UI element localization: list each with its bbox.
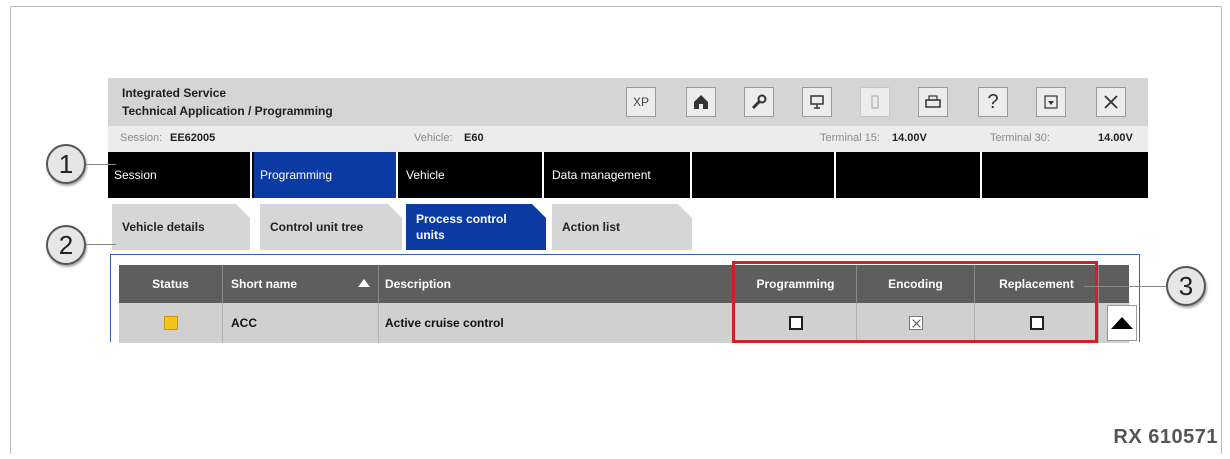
header-status[interactable]: Status [119, 265, 223, 303]
tab-action-list[interactable]: Action list [552, 204, 692, 250]
nav-data-management[interactable]: Data management [546, 152, 692, 198]
callout-1-leader [86, 164, 116, 165]
vehicle-value: E60 [464, 132, 484, 144]
nav-empty-2 [838, 152, 982, 198]
xp-button[interactable]: XP [626, 87, 656, 117]
status-cell [119, 303, 223, 343]
app-subtitle: Technical Application / Programming [122, 104, 333, 118]
vehicle-label: Vehicle: [414, 132, 453, 144]
short-name-cell: ACC [223, 303, 379, 343]
nav-session[interactable]: Session [108, 152, 252, 198]
callout-3: 3 [1166, 266, 1206, 306]
nav-empty-3 [984, 152, 1128, 198]
terminal30-label: Terminal 30: [990, 132, 1050, 144]
session-value: EE62005 [170, 132, 216, 144]
nav-empty-1 [692, 152, 836, 198]
tab-vehicle-details[interactable]: Vehicle details [112, 204, 250, 250]
title-bar: Integrated Service Technical Application… [108, 78, 1148, 126]
figure-reference: RX 610571 [1113, 426, 1218, 448]
callout-1: 1 [46, 144, 86, 184]
sub-nav: Vehicle details Control unit tree Proces… [108, 200, 1148, 252]
header-description[interactable]: Description [379, 265, 735, 303]
highlight-box [732, 261, 1098, 343]
nav-vehicle[interactable]: Vehicle [400, 152, 544, 198]
terminal15-value: 14.00V [892, 132, 927, 144]
main-nav: Session Programming Vehicle Data managem… [108, 152, 1148, 198]
session-label: Session: [120, 132, 163, 144]
minimize-icon[interactable] [1036, 87, 1066, 117]
description-cell: Active cruise control [379, 303, 735, 343]
tab-process-control-units[interactable]: Process control units [406, 204, 546, 250]
help-icon[interactable]: ? [978, 87, 1008, 117]
home-icon[interactable] [686, 87, 716, 117]
tab-control-unit-tree[interactable]: Control unit tree [260, 204, 402, 250]
close-icon[interactable] [1096, 87, 1126, 117]
status-indicator-icon [163, 316, 178, 330]
battery-icon [860, 87, 890, 117]
diagnosis-icon[interactable] [802, 87, 832, 117]
terminal15-label: Terminal 15: [820, 132, 880, 144]
callout-2: 2 [46, 225, 86, 265]
arrow-up-icon [1111, 317, 1133, 329]
sort-ascending-icon[interactable] [358, 279, 370, 287]
nav-programming[interactable]: Programming [254, 152, 398, 198]
terminal30-value: 14.00V [1098, 132, 1133, 144]
header-short-name[interactable]: Short name [223, 265, 379, 303]
app-title: Integrated Service [122, 86, 227, 100]
scroll-up-button[interactable] [1107, 305, 1137, 341]
print-icon[interactable] [918, 87, 948, 117]
callout-2-leader [86, 244, 116, 245]
callout-3-leader [1084, 286, 1166, 287]
wrench-icon[interactable] [744, 87, 774, 117]
session-bar: Session: EE62005 Vehicle: E60 Terminal 1… [108, 126, 1148, 152]
